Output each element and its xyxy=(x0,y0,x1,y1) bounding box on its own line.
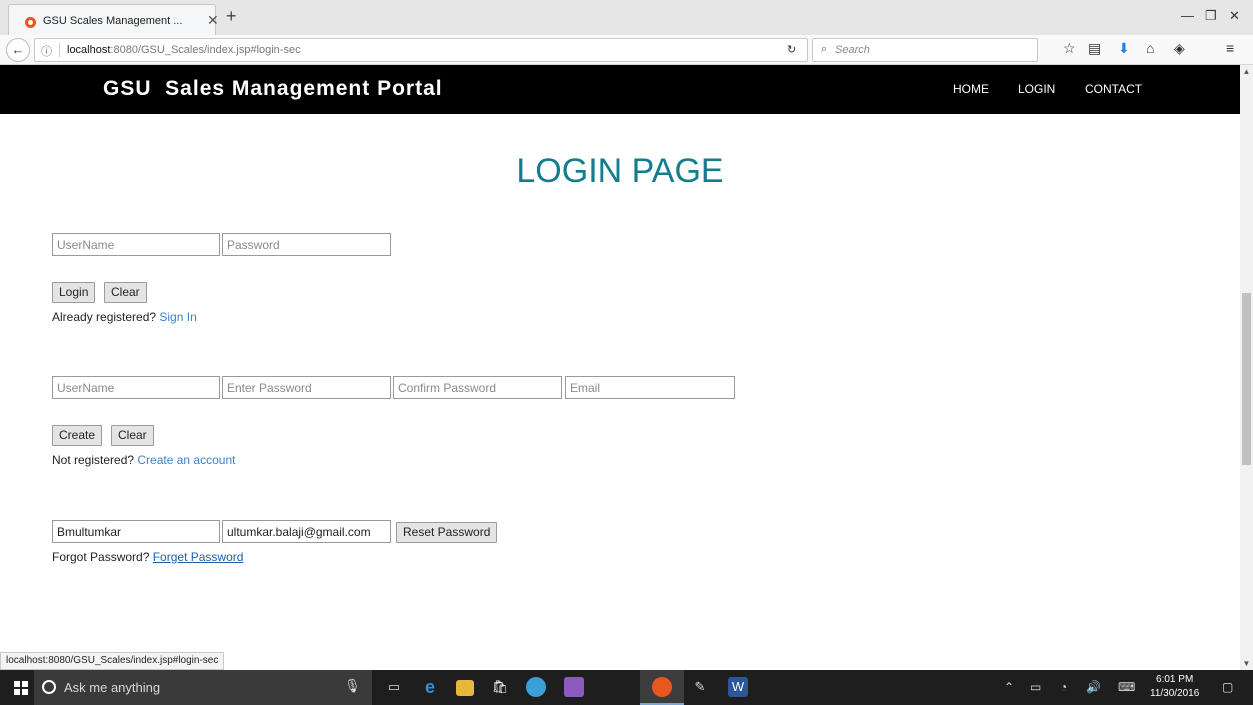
chrome-canary-icon[interactable] xyxy=(526,677,546,697)
not-registered-text: Not registered? xyxy=(52,453,138,467)
forget-password-link[interactable]: Forget Password xyxy=(153,550,244,564)
volume-icon[interactable]: 🔊 xyxy=(1086,680,1101,694)
login-button[interactable]: Login xyxy=(52,282,96,303)
info-icon[interactable]: ⓘ xyxy=(41,43,52,59)
task-view-icon[interactable]: ▭ xyxy=(384,677,404,697)
action-center-icon[interactable]: ▢ xyxy=(1222,680,1233,694)
search-placeholder: Search xyxy=(835,44,870,56)
favicon-icon xyxy=(25,17,36,28)
forgot-password-line: Forgot Password? Forget Password xyxy=(52,550,243,564)
tab-title: GSU Scales Management ... xyxy=(43,15,183,27)
window-close-icon[interactable]: ✕ xyxy=(1229,8,1240,24)
reading-list-icon[interactable]: ▤ xyxy=(1088,40,1101,57)
cortana-search-text: Ask me anything xyxy=(64,680,161,695)
browser-search-box[interactable]: ⌕ Search xyxy=(812,38,1038,62)
not-registered-line: Not registered? Create an account xyxy=(52,453,235,467)
url-host: localhost xyxy=(67,44,111,56)
scroll-down-icon[interactable]: ▼ xyxy=(1240,659,1253,668)
url-path: :8080/GSU_Scales/index.jsp#login-sec xyxy=(110,44,301,56)
address-bar[interactable]: ⓘ localhost:8080/GSU_Scales/index.jsp#lo… xyxy=(34,38,808,62)
page-scrollbar[interactable]: ▲ ▼ xyxy=(1240,65,1253,670)
nav-login-link[interactable]: LOGIN xyxy=(1018,82,1055,96)
sign-in-link[interactable]: Sign In xyxy=(159,310,196,324)
status-url-bar: localhost:8080/GSU_Scales/index.jsp#logi… xyxy=(0,652,225,670)
tray-chevron-icon[interactable]: ⌃ xyxy=(1004,680,1014,694)
browser-tab-strip: GSU Scales Management ... ✕ + — ❐ ✕ xyxy=(0,0,1253,35)
signup-clear-button[interactable]: Clear xyxy=(111,425,154,446)
nav-home-link[interactable]: HOME xyxy=(953,82,989,96)
already-registered-line: Already registered? Sign In xyxy=(52,310,197,324)
wifi-icon[interactable]: ◔ xyxy=(1060,680,1067,694)
login-password-input[interactable] xyxy=(222,233,391,256)
scroll-up-icon[interactable]: ▲ xyxy=(1240,67,1253,76)
new-tab-icon[interactable]: + xyxy=(226,6,237,27)
signup-username-input[interactable] xyxy=(52,376,220,399)
pocket-icon[interactable]: ◈ xyxy=(1174,40,1185,57)
site-brand[interactable]: GSU Sales Management Portal xyxy=(103,77,443,101)
reset-password-button[interactable]: Reset Password xyxy=(396,522,498,543)
windows-taskbar: Ask me anything 🎙 ▭ e 🛍 ✎ W ⌃ ▭ ◔ 🔊 ⌨ 6:… xyxy=(0,670,1253,705)
cortana-search-box[interactable]: Ask me anything 🎙 xyxy=(34,670,372,705)
forgot-password-text: Forgot Password? xyxy=(52,550,153,564)
reload-icon[interactable]: ↻ xyxy=(787,43,796,56)
tab-close-icon[interactable]: ✕ xyxy=(207,12,219,29)
signup-email-input[interactable] xyxy=(565,376,735,399)
back-arrow-icon[interactable]: ← xyxy=(6,38,30,62)
login-username-input[interactable] xyxy=(52,233,220,256)
address-divider xyxy=(59,43,60,57)
firefox-icon[interactable] xyxy=(652,677,672,697)
signup-confirm-password-input[interactable] xyxy=(393,376,562,399)
home-icon[interactable]: ⌂ xyxy=(1146,40,1154,56)
nav-contact-link[interactable]: CONTACT xyxy=(1085,82,1142,96)
create-account-link[interactable]: Create an account xyxy=(137,453,235,467)
reset-username-input[interactable] xyxy=(52,520,220,543)
minimize-icon[interactable]: — xyxy=(1181,8,1194,23)
clock-date: 11/30/2016 xyxy=(1150,688,1200,699)
search-icon: ⌕ xyxy=(821,43,828,55)
taskbar-clock[interactable]: 6:01 PM 11/30/2016 xyxy=(1150,673,1199,701)
word-icon[interactable]: W xyxy=(728,677,748,697)
scroll-thumb[interactable] xyxy=(1242,293,1251,465)
store-icon[interactable]: 🛍 xyxy=(490,677,510,697)
bookmark-star-icon[interactable]: ☆ xyxy=(1063,40,1076,57)
microphone-icon[interactable]: 🎙 xyxy=(344,678,361,694)
keyboard-icon[interactable]: ⌨ xyxy=(1118,680,1135,694)
page-title: LOGIN PAGE xyxy=(516,152,724,190)
download-icon[interactable]: ⬇ xyxy=(1118,40,1130,57)
restore-icon[interactable]: ❐ xyxy=(1205,8,1217,24)
app-icon[interactable] xyxy=(564,677,584,697)
site-header: GSU Sales Management Portal HOME LOGIN C… xyxy=(0,65,1240,114)
create-button[interactable]: Create xyxy=(52,425,103,446)
browser-toolbar: ← ⓘ localhost:8080/GSU_Scales/index.jsp#… xyxy=(0,35,1253,65)
paint-icon[interactable]: ✎ xyxy=(690,677,710,697)
edge-icon[interactable]: e xyxy=(420,677,440,697)
address-text[interactable]: localhost:8080/GSU_Scales/index.jsp#logi… xyxy=(67,44,301,56)
windows-start-icon[interactable] xyxy=(14,681,28,695)
login-clear-button[interactable]: Clear xyxy=(104,282,147,303)
file-explorer-icon[interactable] xyxy=(456,680,474,696)
browser-tab[interactable]: GSU Scales Management ... ✕ xyxy=(8,4,219,35)
already-registered-text: Already registered? xyxy=(52,310,160,324)
cortana-icon xyxy=(42,680,56,694)
clock-time: 6:01 PM xyxy=(1156,674,1194,685)
battery-icon[interactable]: ▭ xyxy=(1030,680,1041,694)
menu-hamburger-icon[interactable]: ≡ xyxy=(1226,40,1234,56)
signup-password-input[interactable] xyxy=(222,376,391,399)
reset-email-input[interactable] xyxy=(222,520,391,543)
